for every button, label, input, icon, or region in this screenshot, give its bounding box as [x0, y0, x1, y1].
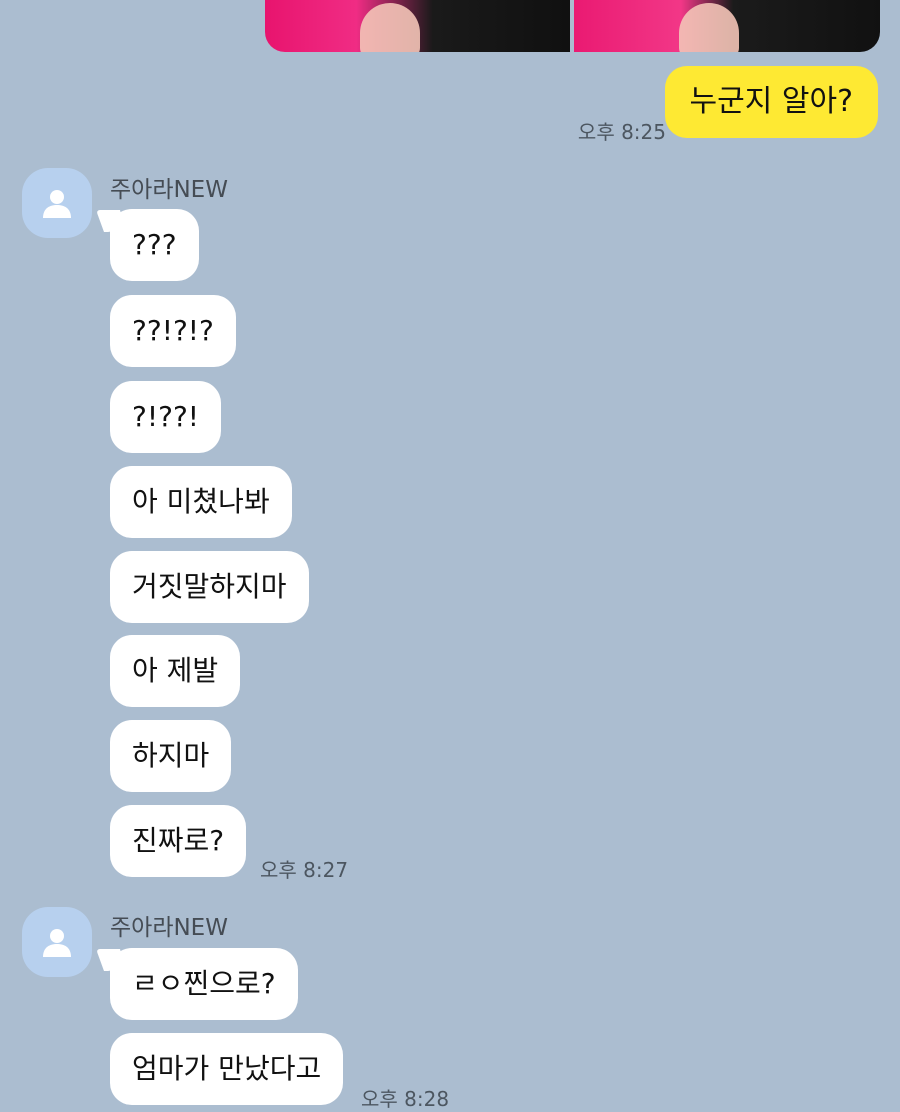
avatar[interactable]	[22, 168, 92, 238]
incoming-message[interactable]: 아 제발	[110, 635, 241, 707]
sender-name: 주아라NEW	[110, 177, 228, 203]
incoming-message[interactable]: 엄마가 만났다고	[110, 1033, 344, 1105]
incoming-message[interactable]: ?!??!	[110, 381, 222, 453]
incoming-message[interactable]: 진짜로?	[110, 805, 247, 877]
avatar[interactable]	[22, 907, 92, 977]
incoming-message[interactable]: 아 미쳤나봐	[110, 466, 292, 538]
photo-content	[360, 3, 420, 52]
default-profile-icon	[43, 929, 71, 957]
incoming-message[interactable]: ??!?!?	[110, 295, 236, 367]
incoming-message[interactable]: 거짓말하지마	[110, 551, 309, 623]
message-time: 오후 8:25	[577, 120, 666, 144]
outgoing-message[interactable]: 누군지 알아?	[664, 66, 878, 138]
message-time: 오후 8:27	[260, 858, 349, 882]
default-profile-icon	[43, 190, 71, 218]
sender-name: 주아라NEW	[110, 915, 228, 941]
incoming-message[interactable]: ㄹㅇ찐으로?	[110, 948, 298, 1020]
incoming-message[interactable]: 하지마	[110, 720, 232, 792]
chat-room: 오후 8:25 누군지 알아? 주아라NEW ??? ??!?!? ?!??! …	[0, 0, 900, 1111]
shared-photo[interactable]	[265, 0, 570, 52]
shared-photo[interactable]	[574, 0, 880, 52]
incoming-message[interactable]: ???	[110, 209, 199, 281]
photo-content	[679, 3, 739, 52]
